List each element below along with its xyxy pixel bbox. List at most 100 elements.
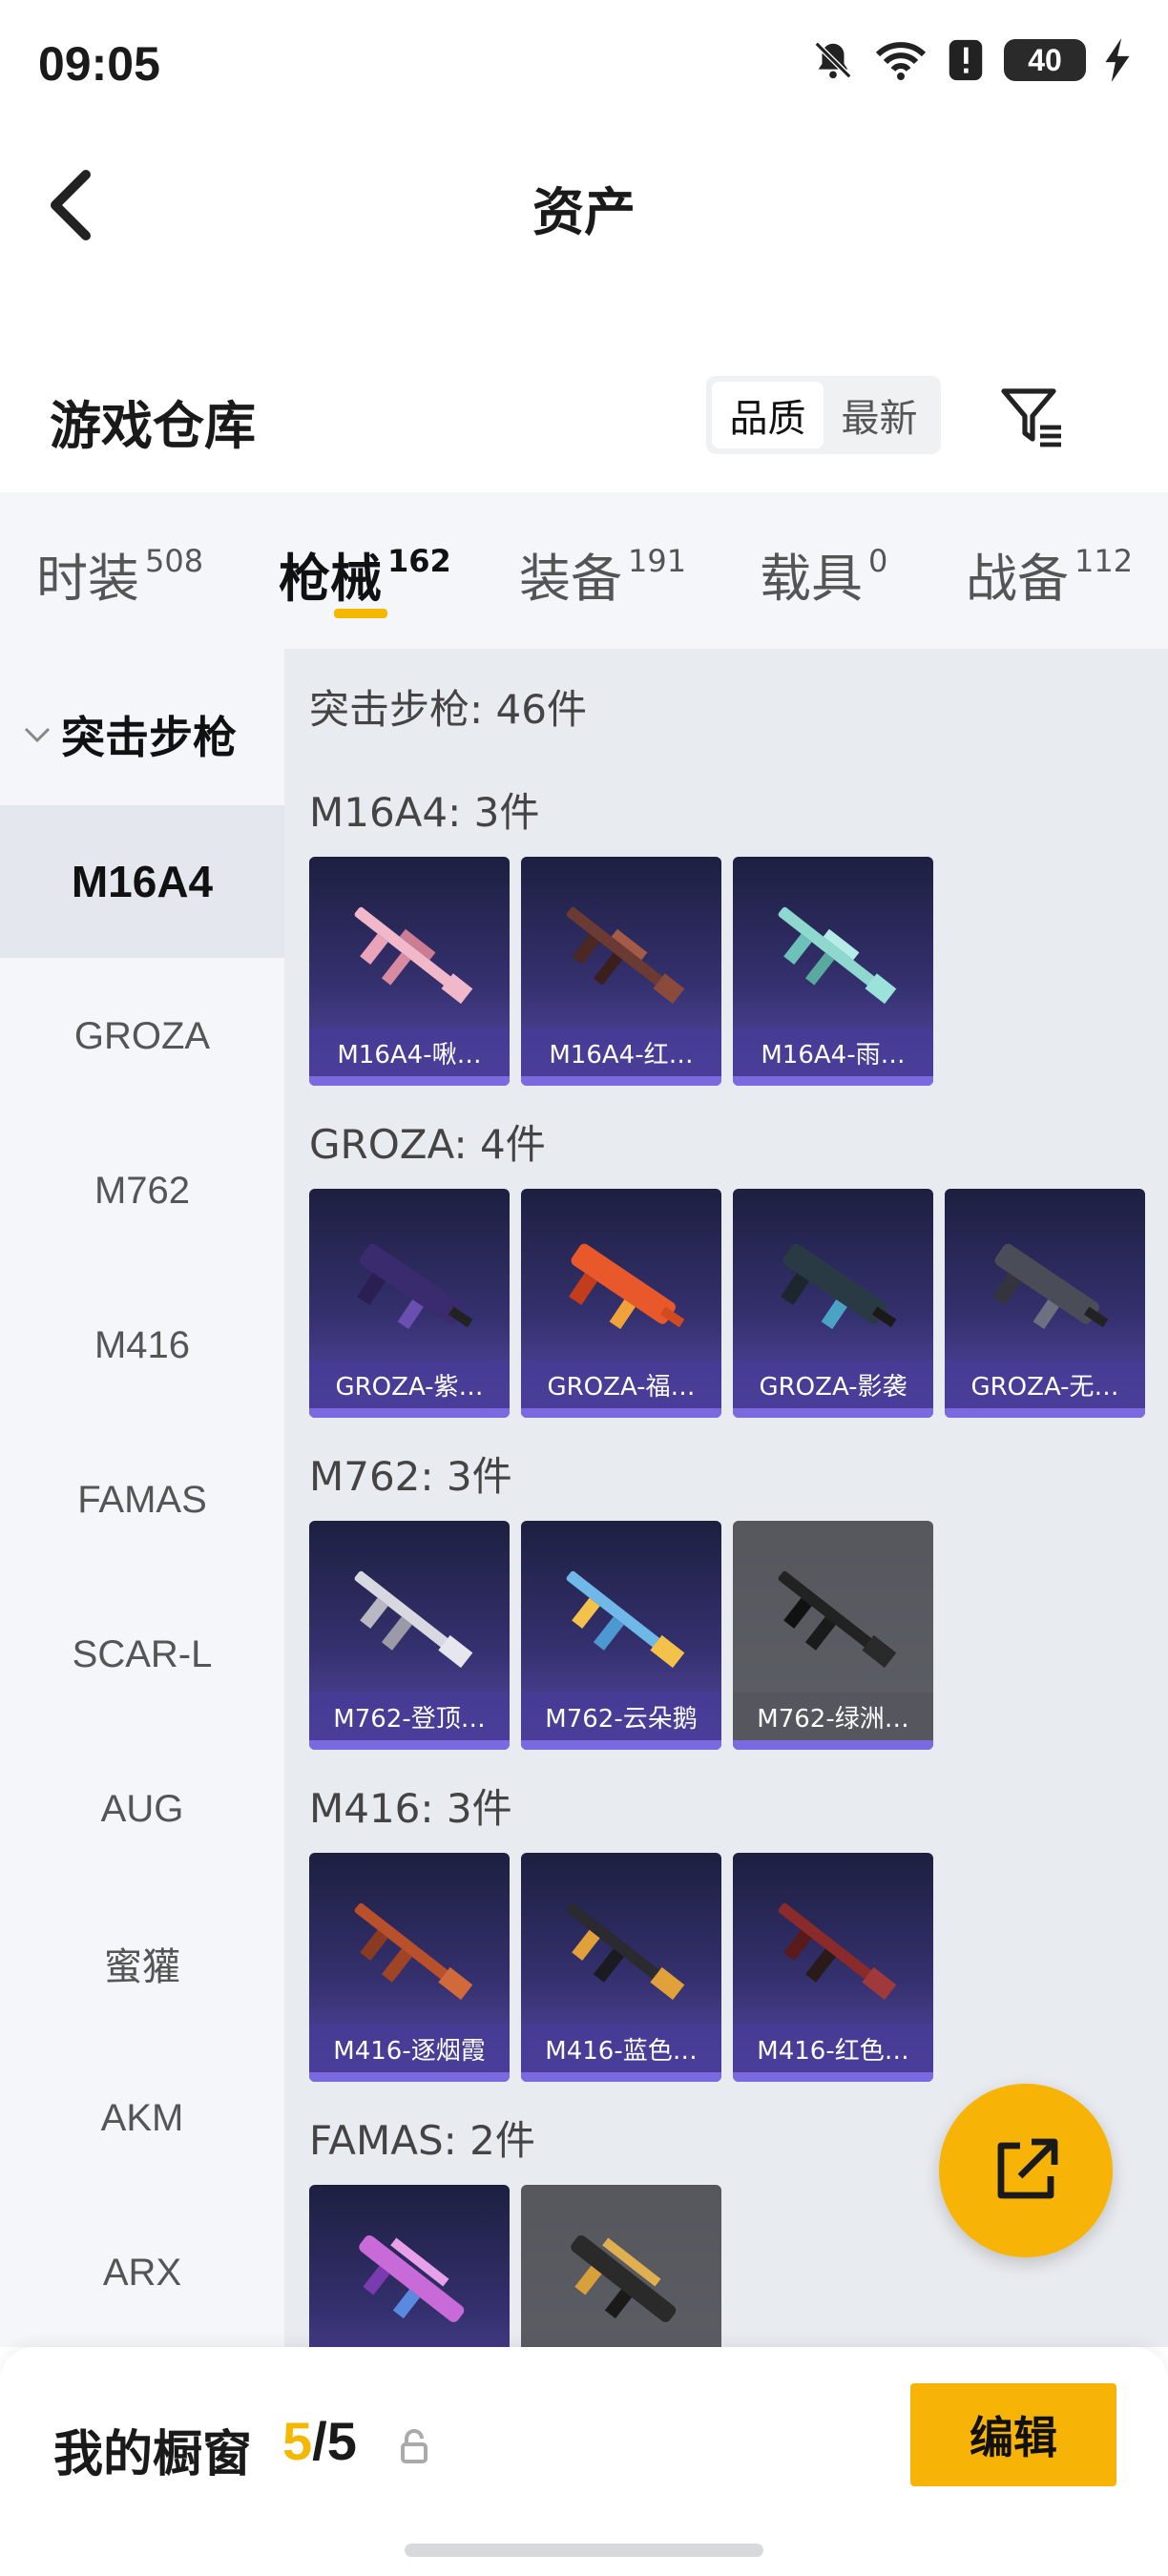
group-label-famas: FAMAS: 2件 (309, 2117, 535, 2164)
section-title: 游戏仓库 (50, 396, 256, 456)
group-label-m416: M416: 3件 (309, 1785, 512, 1832)
weapon-card-name: GROZA-影袭 (733, 1361, 933, 1408)
rifle-icon (566, 906, 685, 1005)
page-title: 资产 (532, 182, 636, 242)
active-tab-indicator (334, 609, 387, 618)
sidebar-item-groza[interactable]: GROZA (0, 960, 284, 1112)
weapon-card[interactable]: GROZA-无… (945, 1189, 1145, 1418)
rarity-bar (521, 2072, 721, 2082)
weapon-sidebar: 突击步枪 M16A4 GROZA M762 M416 FAMAS SCAR-L … (0, 649, 284, 2347)
lock-icon (401, 2429, 428, 2463)
rarity-bar (733, 1408, 933, 1418)
weapon-card[interactable] (521, 2185, 721, 2347)
rifle-icon (571, 2234, 677, 2322)
weapon-card-name: M16A4-雨… (733, 1028, 933, 1076)
sort-quality-button[interactable]: 品质 (712, 382, 824, 448)
weapon-card-name: M762-云朵鹅 (521, 1693, 721, 1740)
status-time: 09:05 (38, 37, 160, 91)
tab-vehicles[interactable]: 载具 0 (760, 536, 887, 612)
weapon-card[interactable]: M762-云朵鹅 (521, 1521, 721, 1750)
sidebar-item-akm[interactable]: AKM (0, 2042, 284, 2194)
alert-icon (949, 39, 983, 81)
rarity-bar (733, 1740, 933, 1750)
status-bar: 09:05 40 (0, 0, 1168, 134)
sidebar-group-label: 突击步枪 (61, 712, 237, 763)
weapon-card[interactable]: GROZA-影袭 (733, 1189, 933, 1418)
sidebar-item-aug[interactable]: AUG (0, 1733, 284, 1885)
tab-label: 战备 (966, 549, 1069, 609)
status-icons: 40 (811, 38, 1130, 82)
mute-bell-icon (814, 41, 852, 79)
group-label-groza: GROZA: 4件 (309, 1121, 546, 1168)
group-label-m16a4: M16A4: 3件 (309, 789, 540, 836)
rarity-bar (733, 2072, 933, 2082)
rifle-icon (354, 1570, 473, 1669)
rarity-bar (521, 1408, 721, 1418)
tab-count: 112 (1074, 543, 1134, 579)
weapon-card-name: GROZA-无… (945, 1361, 1145, 1408)
weapon-card[interactable]: M16A4-红… (521, 857, 721, 1086)
sidebar-item-arx[interactable]: ARX (0, 2196, 284, 2349)
rarity-bar (309, 2072, 510, 2082)
sidebar-item-m16a4[interactable]: M16A4 (0, 805, 284, 958)
weapon-card[interactable]: GROZA-紫… (309, 1189, 510, 1418)
weapon-card[interactable]: M762-绿洲… (733, 1521, 933, 1750)
weapon-card-name: M416-逐烟霞 (309, 2025, 510, 2072)
showcase-total: 5 (326, 2411, 357, 2471)
edit-button[interactable]: 编辑 (910, 2383, 1116, 2486)
weapon-card[interactable]: M416-逐烟霞 (309, 1853, 510, 2082)
share-button[interactable] (939, 2084, 1113, 2257)
weapon-card-name: M762-登顶… (309, 1693, 510, 1740)
showcase-separator: / (312, 2411, 327, 2471)
share-icon (997, 2138, 1058, 2199)
battery-indicator: 40 (1004, 39, 1086, 81)
weapon-card[interactable]: M16A4-啾… (309, 857, 510, 1086)
sidebar-item-honey-badger[interactable]: 蜜獾 (0, 1887, 284, 2040)
sort-newest-button[interactable]: 最新 (824, 382, 935, 448)
rarity-bar (309, 1740, 510, 1750)
warehouse-header: 游戏仓库 品质 最新 (0, 363, 1168, 477)
tab-label: 装备 (519, 549, 622, 609)
weapon-card-name: M762-绿洲… (733, 1693, 933, 1740)
weapon-card[interactable]: M416-红色… (733, 1853, 933, 2082)
rifle-icon (778, 1570, 897, 1669)
rifle-icon (566, 1570, 685, 1669)
tab-count: 0 (868, 543, 888, 579)
weapon-card[interactable]: GROZA-福… (521, 1189, 721, 1418)
group-label-m762: M762: 3件 (309, 1453, 512, 1500)
weapon-card[interactable]: M16A4-雨… (733, 857, 933, 1086)
tab-fashion[interactable]: 时装 508 (36, 536, 203, 612)
rarity-bar (521, 1740, 721, 1750)
rarity-bar (733, 1076, 933, 1086)
category-tabs: 时装 508 枪械 162 装备 191 载具 0 战备 112 (0, 492, 1168, 649)
weapon-card-name: GROZA-福… (521, 1361, 721, 1408)
sidebar-item-scar-l[interactable]: SCAR-L (0, 1578, 284, 1731)
weapon-card[interactable]: M416-蓝色… (521, 1853, 721, 2082)
weapon-card[interactable]: M762-登顶… (309, 1521, 510, 1750)
rifle-icon (359, 2234, 465, 2322)
showcase-bar: 我的橱窗 5/5 编辑 (0, 2347, 1168, 2576)
tab-equipment[interactable]: 装备 191 (519, 536, 686, 612)
sidebar-item-m416[interactable]: M416 (0, 1269, 284, 1422)
rifle-icon (357, 1243, 473, 1330)
rifle-icon (569, 1243, 685, 1330)
charging-icon (1105, 38, 1130, 82)
tab-firearms[interactable]: 枪械 162 (279, 536, 451, 612)
sidebar-group-assault-rifles[interactable]: 突击步枪 (0, 687, 284, 782)
sort-toggle: 品质 最新 (706, 376, 941, 454)
tab-count: 162 (387, 543, 451, 579)
weapon-card-name: M416-蓝色… (521, 2025, 721, 2072)
tab-count: 191 (628, 543, 687, 579)
home-indicator[interactable] (405, 2544, 763, 2557)
weapon-card-name: M16A4-红… (521, 1028, 721, 1076)
rarity-bar (309, 1076, 510, 1086)
tab-label: 时装 (36, 549, 139, 609)
weapon-card-name: M416-红色… (733, 2025, 933, 2072)
tab-supplies[interactable]: 战备 112 (966, 536, 1133, 612)
filter-button[interactable] (998, 382, 1067, 450)
sidebar-item-m762[interactable]: M762 (0, 1114, 284, 1267)
sidebar-item-famas[interactable]: FAMAS (0, 1423, 284, 1576)
rifle-icon (992, 1243, 1109, 1330)
rifle-icon (781, 1243, 897, 1330)
weapon-card[interactable] (309, 2185, 510, 2347)
